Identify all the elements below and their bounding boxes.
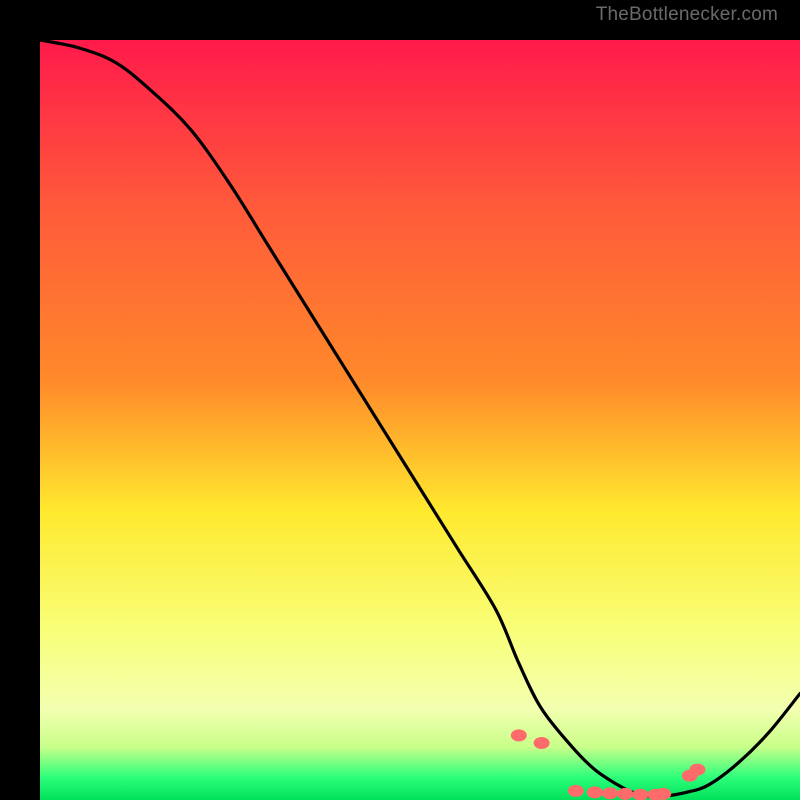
watermark-text: TheBottlenecker.com: [596, 4, 778, 26]
curve-dot: [689, 764, 705, 776]
plot-frame: [20, 20, 780, 780]
curve-dot: [511, 729, 527, 741]
curve-dot: [617, 788, 633, 800]
curve-dot: [568, 785, 584, 797]
bottleneck-chart: [40, 40, 800, 800]
curve-dot: [602, 787, 618, 799]
plot-bg: [40, 40, 800, 800]
curve-dot: [587, 786, 603, 798]
curve-dot: [655, 788, 671, 800]
curve-dot: [534, 737, 550, 749]
